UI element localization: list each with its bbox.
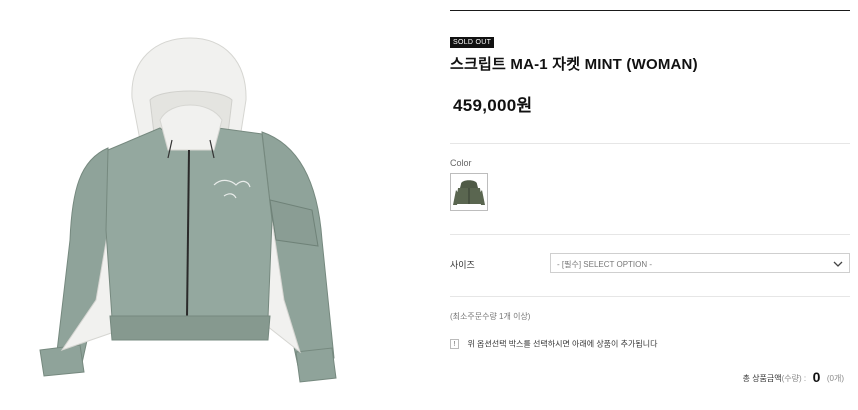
product-price: 459,000원 [453,96,533,115]
product-title: 스크립트 MA-1 자켓 MINT (WOMAN) [450,56,698,73]
divider [450,234,850,235]
chevron-down-icon [833,257,843,269]
product-photo [0,0,420,410]
notice-text: 위 옵션선택 박스를 선택하시면 아래에 상품이 추가됩니다 [467,339,658,349]
total-label: 총 상품금액 [742,374,782,383]
total-price: 총 상품금액(수량) : 0 (0개) [743,368,844,386]
total-qty-label: (수량) [781,374,802,383]
jacket-image [39,37,337,383]
color-swatch[interactable] [450,173,488,211]
size-select[interactable]: - [필수] SELECT OPTION - [550,253,850,273]
option-notice: ! 위 옵션선택 박스를 선택하시면 아래에 상품이 추가됩니다 [450,335,657,353]
sold-out-badge: SOLD OUT [450,37,495,48]
size-select-value: - [필수] SELECT OPTION - [557,260,653,269]
product-info-panel: SOLD OUT 스크립트 MA-1 자켓 MINT (WOMAN) 459,0… [450,0,850,410]
divider [450,296,850,297]
swatch-jacket-thumbnail [453,180,485,205]
color-label: Color [450,158,472,168]
total-value: 0 [812,369,821,385]
notice-icon: ! [450,338,459,349]
top-divider [450,10,850,11]
total-separator: : [801,374,807,383]
size-label: 사이즈 [450,260,475,270]
divider [450,143,850,144]
min-order-note: (최소주문수량 1개 이상) [450,312,531,321]
total-count: (0개) [826,374,844,383]
